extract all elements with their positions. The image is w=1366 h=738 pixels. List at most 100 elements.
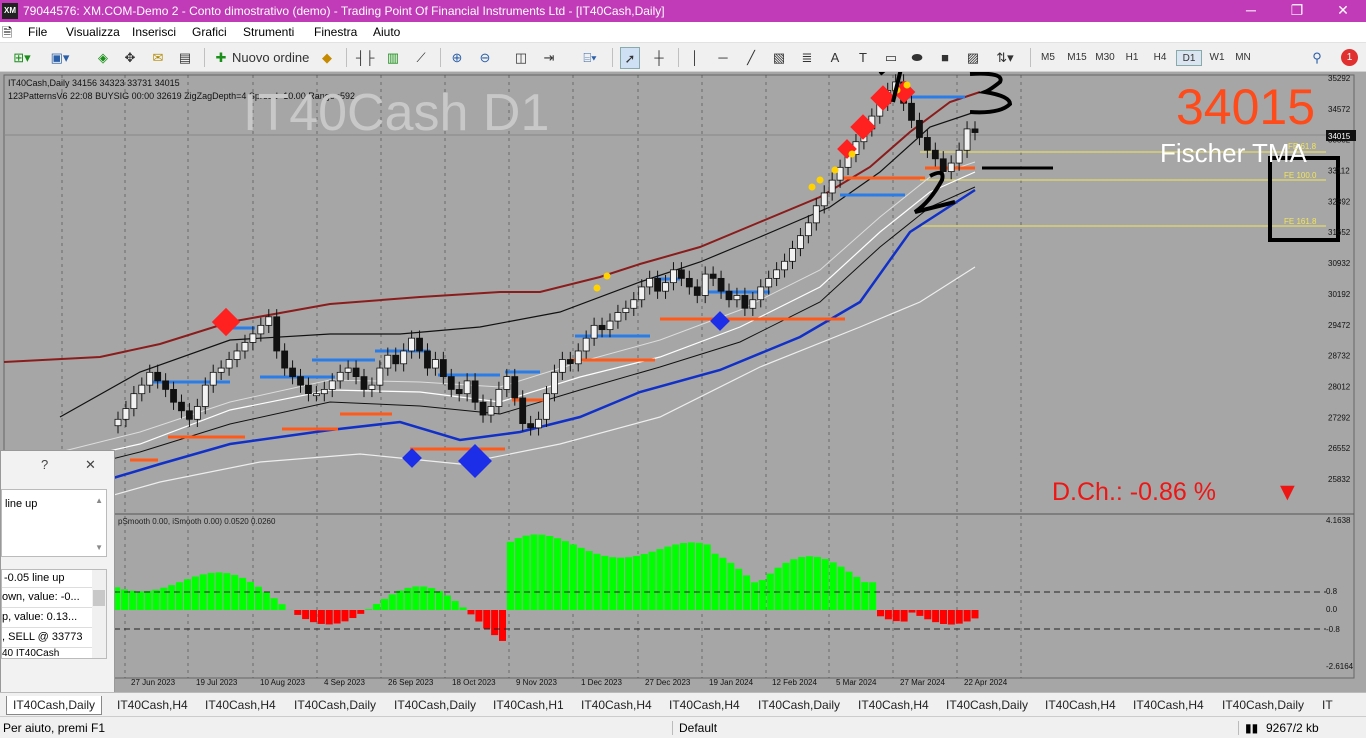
text-icon[interactable]: A xyxy=(826,47,844,69)
search-icon[interactable]: ⚲ xyxy=(1308,47,1326,69)
tab-chart[interactable]: IT40Cash,Daily xyxy=(946,696,1028,715)
tile-windows-icon[interactable]: ◫ xyxy=(512,47,530,69)
osc-bar xyxy=(514,538,522,610)
tf-m5[interactable]: M5 xyxy=(1038,50,1058,66)
price-tick-label: 33112 xyxy=(1328,167,1350,176)
new-chart-icon[interactable]: ⊞▾ xyxy=(8,47,36,69)
tf-mn[interactable]: MN xyxy=(1232,50,1254,66)
scroll-down-icon[interactable]: ▼ xyxy=(95,543,103,552)
tab-chart[interactable]: IT xyxy=(1322,696,1333,715)
tab-chart[interactable]: IT40Cash,H4 xyxy=(205,696,276,715)
trendline-icon[interactable]: ╱ xyxy=(742,47,760,69)
scroll-up-icon[interactable]: ▲ xyxy=(95,496,103,505)
candle xyxy=(217,367,225,373)
list-item[interactable]: -0.05 line up xyxy=(2,570,106,588)
cursor-icon[interactable]: ➚ xyxy=(620,47,640,69)
vertical-line-icon[interactable]: │ xyxy=(686,47,704,69)
chart-shift-icon[interactable]: ⇥ xyxy=(540,47,558,69)
minimize-button[interactable]: ─ xyxy=(1228,0,1274,22)
price-tick-label: 30932 xyxy=(1328,259,1351,268)
candle xyxy=(193,406,201,420)
tab-chart[interactable]: IT40Cash,Daily xyxy=(6,696,103,715)
menu-window[interactable]: Finestra xyxy=(314,25,357,39)
tf-m30[interactable]: M30 xyxy=(1092,50,1118,66)
candle xyxy=(400,350,408,365)
list-item[interactable]: 40 IT40Cash xyxy=(2,648,106,658)
crosshair-icon[interactable]: ┼ xyxy=(650,47,668,69)
menu-insert[interactable]: Inserisci xyxy=(132,25,176,39)
new-order-icon[interactable]: ✚ xyxy=(214,47,228,69)
tab-chart[interactable]: IT40Cash,Daily xyxy=(294,696,376,715)
tab-chart[interactable]: IT40Cash,H4 xyxy=(1133,696,1204,715)
navigator-icon[interactable]: ✉ xyxy=(149,47,167,69)
scrollbar[interactable] xyxy=(92,570,106,658)
chart-canvas[interactable]: IT40Cash,Daily 34156 34323 33731 34015 1… xyxy=(0,72,1366,692)
autotrading-icon[interactable]: ◆ xyxy=(318,47,336,69)
osc-bar xyxy=(483,610,491,629)
market-watch-icon[interactable]: ◈ xyxy=(94,47,112,69)
notification-badge[interactable]: 1 xyxy=(1341,49,1358,66)
fibonacci-icon[interactable]: ≣ xyxy=(798,47,816,69)
bar-chart-icon[interactable]: ┤├ xyxy=(356,47,374,69)
horizontal-line-icon[interactable]: ─ xyxy=(714,47,732,69)
date-tick-label: 10 Aug 2023 xyxy=(260,678,305,687)
tab-chart[interactable]: IT40Cash,H4 xyxy=(1045,696,1116,715)
tab-chart[interactable]: IT40Cash,H4 xyxy=(117,696,188,715)
channel-icon[interactable]: ▧ xyxy=(770,47,788,69)
close-button[interactable]: ✕ xyxy=(1320,0,1366,22)
candle xyxy=(447,376,455,390)
arrows-icon[interactable]: ⇅▾ xyxy=(992,47,1018,69)
pattern-icon[interactable]: ▨ xyxy=(964,47,982,69)
profiles-icon[interactable]: ▣▾ xyxy=(46,47,74,69)
candle xyxy=(162,380,170,390)
text-label-icon[interactable]: T xyxy=(854,47,872,69)
terminal-icon[interactable]: ▤ xyxy=(176,47,194,69)
menu-help[interactable]: Aiuto xyxy=(373,25,400,39)
sell-marker xyxy=(211,307,241,337)
tab-chart[interactable]: IT40Cash,H1 xyxy=(493,696,564,715)
restore-button[interactable]: ❐ xyxy=(1274,0,1320,22)
menu-charts[interactable]: Grafici xyxy=(192,25,227,39)
osc-bar xyxy=(963,610,971,622)
dialog-close-icon[interactable]: ✕ xyxy=(85,457,96,473)
osc-bar xyxy=(294,610,302,615)
ellipse-icon[interactable]: ⬬ xyxy=(908,47,926,69)
osc-bar xyxy=(829,562,837,610)
tf-w1[interactable]: W1 xyxy=(1206,50,1228,66)
menu-view[interactable]: Visualizza xyxy=(66,25,120,39)
zoom-in-icon[interactable]: ⊕ xyxy=(448,47,466,69)
tab-chart[interactable]: IT40Cash,H4 xyxy=(669,696,740,715)
menu-tools[interactable]: Strumenti xyxy=(243,25,294,39)
candlestick-icon[interactable]: ▥ xyxy=(384,47,402,69)
candle xyxy=(495,389,503,407)
message-list[interactable]: -0.05 line up own, value: -0... p, value… xyxy=(1,569,107,659)
menu-file[interactable]: File xyxy=(28,25,47,39)
candle xyxy=(130,393,138,410)
indicators-icon[interactable]: ⌸▾ xyxy=(576,47,604,69)
line-chart-icon[interactable]: ⟋ xyxy=(412,47,430,69)
tf-d1[interactable]: D1 xyxy=(1176,50,1202,66)
help-icon[interactable]: ? xyxy=(41,457,48,472)
tab-chart[interactable]: IT40Cash,H4 xyxy=(581,696,652,715)
tab-chart[interactable]: IT40Cash,H4 xyxy=(858,696,929,715)
osc-bar xyxy=(412,586,420,610)
crosshair-target-icon[interactable]: ✥ xyxy=(121,47,139,69)
list-item[interactable]: , SELL @ 33773 xyxy=(2,628,106,648)
candle xyxy=(773,269,781,279)
tf-m15[interactable]: M15 xyxy=(1064,50,1090,66)
list-item[interactable]: p, value: 0.13... xyxy=(2,608,106,628)
list-item[interactable]: own, value: -0... xyxy=(2,588,106,608)
square-icon[interactable]: ■ xyxy=(936,47,954,69)
chart-window[interactable]: IT40Cash,Daily 34156 34323 33731 34015 1… xyxy=(0,72,1366,700)
zoom-out-icon[interactable]: ⊖ xyxy=(476,47,494,69)
osc-bar xyxy=(530,534,538,610)
new-order-button[interactable]: Nuovo ordine xyxy=(232,47,309,69)
settings-dialog[interactable]: ? ✕ line up ▲ ▼ -0.05 line up own, value… xyxy=(0,450,115,700)
tab-chart[interactable]: IT40Cash,Daily xyxy=(758,696,840,715)
tf-h1[interactable]: H1 xyxy=(1122,50,1142,66)
rectangle-icon[interactable]: ▭ xyxy=(882,47,900,69)
candle xyxy=(598,324,606,331)
tab-chart[interactable]: IT40Cash,Daily xyxy=(1222,696,1304,715)
tf-h4[interactable]: H4 xyxy=(1150,50,1170,66)
tab-chart[interactable]: IT40Cash,Daily xyxy=(394,696,476,715)
